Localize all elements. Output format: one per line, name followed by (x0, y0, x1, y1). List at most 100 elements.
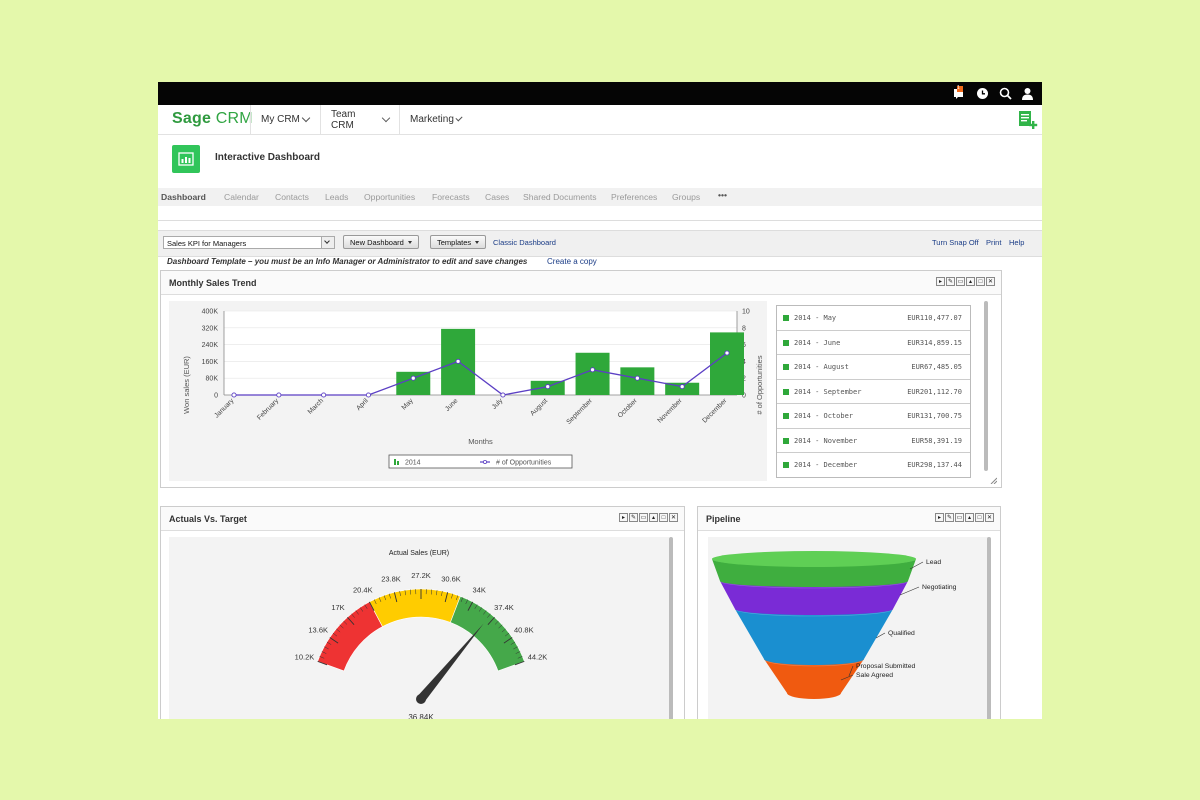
legend-row[interactable]: 2014 - November EUR58,391.19 (777, 429, 970, 453)
menu-marketing[interactable]: Marketing (399, 105, 471, 134)
y-tick-label: 400K (202, 309, 219, 316)
play-icon[interactable]: ▸ (619, 513, 628, 522)
bar-may[interactable] (396, 371, 431, 395)
close-icon[interactable]: ✕ (985, 513, 994, 522)
panel-controls: ▸ ✎ ▭ ▴ □ ✕ (619, 513, 678, 522)
chevron-down-icon[interactable] (321, 237, 334, 248)
opportunities-point[interactable] (679, 384, 685, 390)
templates-button[interactable]: Templates (430, 235, 487, 249)
logo-crm-text: CRM (215, 110, 253, 127)
legend-value: EUR58,391.19 (911, 436, 962, 445)
edit-icon[interactable]: ✎ (945, 513, 954, 522)
opportunities-point[interactable] (589, 367, 596, 373)
button-label: Templates (437, 238, 472, 247)
opportunities-point[interactable] (545, 384, 551, 390)
legend-row[interactable]: 2014 - October EUR131,700.75 (777, 404, 970, 429)
legend-series-label[interactable]: # of Opportunities (496, 460, 552, 467)
opportunities-point[interactable] (231, 392, 237, 398)
gauge-tick-label: 10.2K (295, 653, 315, 662)
tab-leads[interactable]: Leads (325, 192, 348, 202)
pipeline-panel: Pipeline ▸ ✎ ▭ ▴ □ ✕ Lead Negotiating Qual… (697, 506, 1001, 719)
close-icon[interactable]: ✕ (986, 277, 995, 286)
dashboard-icon (172, 145, 200, 173)
search-icon[interactable] (996, 84, 1014, 102)
logo-sage-text: Sage (172, 110, 212, 127)
legend-swatch (783, 339, 789, 346)
close-icon[interactable]: ✕ (669, 513, 678, 522)
legend-row[interactable]: 2014 - May EUR110,477.07 (777, 306, 970, 331)
legend-row[interactable]: 2014 - August EUR67,485.05 (777, 355, 970, 380)
collapse-icon[interactable]: ▴ (965, 513, 974, 522)
new-dashboard-button[interactable]: New Dashboard (343, 235, 419, 249)
y2-tick-label: 8 (742, 325, 746, 332)
help-link[interactable]: Help (1009, 238, 1024, 247)
more-tabs-icon[interactable]: ••• (718, 190, 727, 200)
resize-handle-icon[interactable] (990, 477, 997, 484)
page-title: Interactive Dashboard (215, 152, 321, 163)
menu-my-crm[interactable]: My CRM (250, 105, 320, 134)
panel-title: Monthly Sales Trend (169, 278, 257, 288)
minimize-icon[interactable]: ▭ (956, 277, 965, 286)
legend-scrollbar[interactable] (984, 301, 988, 471)
opportunities-point[interactable] (410, 375, 416, 381)
bar-december[interactable] (710, 332, 744, 395)
add-new-icon[interactable] (1018, 110, 1038, 135)
edit-icon[interactable]: ✎ (629, 513, 638, 522)
tab-dashboard[interactable]: Dashboard (161, 192, 206, 202)
minimize-icon[interactable]: ▭ (639, 513, 648, 522)
y2-tick-label: 10 (742, 309, 750, 316)
bar-october[interactable] (620, 367, 655, 395)
maximize-icon[interactable]: □ (659, 513, 668, 522)
tab-opportunities[interactable]: Opportunities (364, 192, 415, 202)
tab-forecasts[interactable]: Forecasts (432, 192, 470, 202)
opportunities-point[interactable] (276, 392, 282, 398)
panel-scrollbar[interactable] (987, 537, 991, 719)
legend-name: 2014 - June (794, 338, 841, 347)
legend-row[interactable]: 2014 - December EUR298,137.44 (777, 453, 970, 477)
maximize-icon[interactable]: □ (975, 513, 984, 522)
legend-series-label[interactable]: 2014 (405, 460, 421, 467)
create-copy-link[interactable]: Create a copy (547, 257, 597, 266)
play-icon[interactable]: ▸ (936, 277, 945, 286)
chevron-down-icon (301, 113, 311, 122)
legend-swatch (783, 413, 789, 419)
maximize-icon[interactable]: □ (976, 277, 985, 286)
tab-cases[interactable]: Cases (485, 192, 509, 202)
page-header: Interactive Dashboard (158, 135, 1042, 187)
collapse-icon[interactable]: ▴ (966, 277, 975, 286)
legend-swatch (783, 364, 789, 370)
panel-scrollbar[interactable] (669, 537, 673, 719)
edit-icon[interactable]: ✎ (946, 277, 955, 286)
tab-groups[interactable]: Groups (672, 192, 700, 202)
classic-dashboard-link[interactable]: Classic Dashboard (493, 238, 556, 247)
opportunities-point[interactable] (321, 392, 327, 398)
dashboard-select[interactable]: Sales KPI for Managers (163, 236, 335, 249)
print-link[interactable]: Print (986, 238, 1001, 247)
tab-contacts[interactable]: Contacts (275, 192, 309, 202)
collapse-icon[interactable]: ▴ (649, 513, 658, 522)
tab-shared-documents[interactable]: Shared Documents (523, 192, 597, 202)
opportunities-point[interactable] (634, 375, 640, 381)
play-icon[interactable]: ▸ (935, 513, 944, 522)
notifications-icon[interactable]: 1 (950, 84, 968, 102)
clock-icon[interactable] (973, 84, 991, 102)
opportunities-point[interactable] (500, 392, 506, 398)
menu-team-crm[interactable]: Team CRM (320, 105, 399, 134)
gauge-tick-label: 37.4K (494, 603, 514, 612)
legend-row[interactable]: 2014 - June EUR314,859.15 (777, 331, 970, 355)
turn-snap-off-link[interactable]: Turn Snap Off (932, 238, 979, 247)
tab-calendar[interactable]: Calendar (224, 192, 259, 202)
minimize-icon[interactable]: ▭ (955, 513, 964, 522)
gauge-value-label: 36.84K (408, 713, 434, 719)
tab-preferences[interactable]: Preferences (611, 192, 657, 202)
dashboard-select-value: Sales KPI for Managers (167, 239, 247, 248)
sage-crm-logo[interactable]: Sage CRM (172, 110, 253, 128)
opportunities-point[interactable] (365, 392, 372, 398)
actual-sales-gauge: Actual Sales (EUR) 10.2K 13.6K 17K 20.4K 23.8… (169, 537, 669, 719)
opportunities-point[interactable] (455, 358, 461, 364)
legend-row[interactable]: 2014 - September EUR201,112.70 (777, 380, 970, 404)
legend-name: 2014 - September (794, 387, 862, 396)
opportunities-point[interactable] (724, 350, 730, 356)
user-icon[interactable] (1018, 84, 1036, 102)
panel-title: Pipeline (706, 514, 741, 524)
